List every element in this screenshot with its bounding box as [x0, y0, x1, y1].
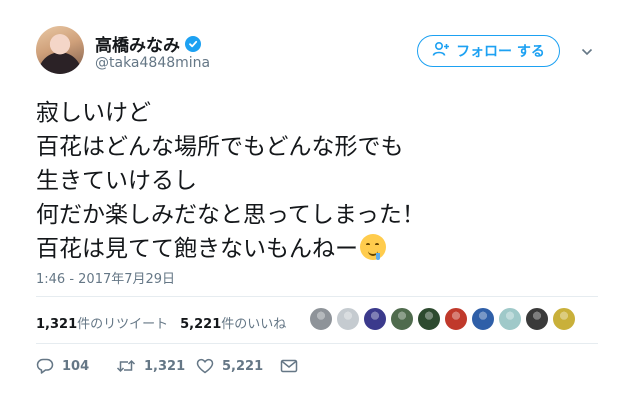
reply-button[interactable]: 104 — [36, 358, 116, 374]
liker-avatar[interactable] — [552, 307, 576, 331]
retweets-stat[interactable]: 1,321件のリツイート — [36, 313, 168, 332]
likes-count: 5,221 — [180, 317, 222, 332]
reply-icon — [36, 358, 54, 374]
tweet-text: 寂しいけど 百花はどんな場所でもどんな形でも 生きていけるし 何だか楽しみだなと… — [36, 96, 425, 266]
verified-badge-icon — [185, 35, 201, 52]
liker-avatar[interactable] — [363, 307, 387, 331]
reply-count: 104 — [62, 358, 90, 374]
tweet-line-last: 百花は見てて飽きないもんねー — [36, 232, 425, 266]
like-button[interactable]: 5,221 — [196, 358, 280, 374]
liker-avatar[interactable] — [417, 307, 441, 331]
liker-avatar[interactable] — [498, 307, 522, 331]
tweet-card: 高橋みなみ @taka4848mina フォロー する 寂しいけど 百花はどんな… — [0, 0, 635, 405]
follow-button-label: フォロー する — [456, 44, 545, 60]
user-name-row: 高橋みなみ — [95, 31, 201, 56]
like-count: 5,221 — [222, 358, 264, 374]
liker-avatars — [309, 307, 576, 331]
add-user-icon — [432, 41, 450, 61]
tweet-timestamp[interactable]: 1:46 - 2017年7月29日 — [36, 268, 175, 287]
avatar[interactable] — [36, 26, 84, 74]
likes-label: 件のいいね — [221, 317, 287, 332]
direct-message-button[interactable] — [280, 359, 298, 373]
liker-avatar[interactable] — [390, 307, 414, 331]
retweet-icon — [116, 358, 136, 374]
divider — [36, 296, 598, 297]
retweet-count: 1,321 — [144, 358, 186, 374]
drooling-face-emoji-icon — [360, 234, 386, 260]
liker-avatar[interactable] — [525, 307, 549, 331]
retweets-label: 件のリツイート — [77, 317, 169, 332]
user-handle[interactable]: @taka4848mina — [95, 55, 210, 71]
tweet-line: 百花はどんな場所でもどんな形でも — [36, 134, 404, 160]
likes-stat[interactable]: 5,221件のいいね — [180, 313, 286, 332]
tweet-line: 百花は見てて飽きないもんねー — [36, 236, 358, 262]
tweet-line: 寂しいけど — [36, 100, 151, 126]
liker-avatar[interactable] — [309, 307, 333, 331]
chevron-down-icon[interactable] — [580, 44, 594, 58]
retweets-count: 1,321 — [36, 317, 78, 332]
action-bar: 104 1,321 5,221 — [36, 358, 298, 374]
display-name[interactable]: 高橋みなみ — [95, 31, 180, 56]
liker-avatar[interactable] — [336, 307, 360, 331]
heart-icon — [196, 358, 214, 374]
liker-avatar[interactable] — [444, 307, 468, 331]
follow-button[interactable]: フォロー する — [417, 35, 560, 67]
tweet-line: 生きていけるし — [36, 168, 197, 194]
envelope-icon — [280, 359, 298, 373]
divider — [36, 343, 598, 344]
liker-avatar[interactable] — [471, 307, 495, 331]
tweet-line: 何だか楽しみだなと思ってしまった！ — [36, 202, 425, 228]
tweet-stats: 1,321件のリツイート 5,221件のいいね — [36, 313, 286, 332]
retweet-button[interactable]: 1,321 — [116, 358, 196, 374]
